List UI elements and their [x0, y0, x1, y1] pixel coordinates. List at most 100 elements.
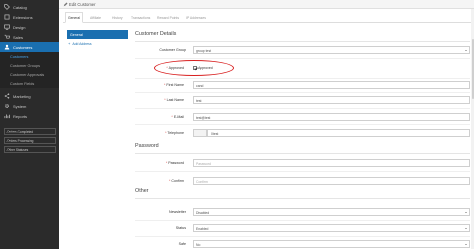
password-heading: Password: [135, 143, 159, 149]
address-nav-general[interactable]: General: [67, 30, 128, 39]
lastname-input[interactable]: test: [193, 96, 470, 104]
sidebar-item-label: System: [13, 103, 27, 109]
tab-ip-addresses[interactable]: IP Addresses: [184, 12, 208, 23]
sidebar-item-label: Customers: [13, 44, 33, 50]
stat-other-statuses: Other Statuses: [4, 146, 56, 153]
lastname-value: test: [196, 98, 202, 103]
monitor-icon: [3, 23, 11, 31]
lastname-label-text: Last Name: [166, 98, 184, 102]
status-select[interactable]: Enabled: [193, 224, 470, 232]
customer-details-heading: Customer Details: [135, 31, 177, 37]
stat-progress-bar: [6, 149, 10, 151]
sidebar-item-marketing[interactable]: Marketing: [0, 91, 59, 101]
section-divider: [135, 41, 470, 42]
safe-value: No: [196, 242, 201, 247]
sidebar-item-sales[interactable]: Sales: [0, 32, 59, 42]
sidebar-subitem-label: Customer Approvals: [10, 72, 45, 77]
status-label-text: Status: [175, 226, 186, 230]
sidebar-item-reports[interactable]: Reports: [0, 111, 59, 121]
other-heading: Other: [135, 188, 149, 194]
customer-group-value: group test: [196, 48, 212, 53]
tag-icon: [3, 3, 11, 11]
sidebar-item-label: Sales: [13, 34, 24, 40]
sidebar-subitem-label: Customers: [10, 54, 29, 59]
newsletter-label: Newsletter: [138, 210, 186, 214]
newsletter-select[interactable]: Disabled: [193, 208, 470, 216]
pencil-icon: [62, 1, 68, 7]
share-icon: [3, 92, 11, 100]
row-divider: [135, 78, 470, 79]
sidebar-subitem-customer-approvals[interactable]: Customer Approvals: [0, 70, 59, 79]
email-label: * E-Mail: [136, 115, 184, 119]
email-value: test@test: [196, 115, 211, 120]
sidebar-item-customers[interactable]: Customers: [0, 42, 59, 52]
row-divider: [135, 124, 470, 125]
tab-affiliate[interactable]: Affiliate: [88, 12, 103, 23]
sidebar-subitem-customer-groups[interactable]: Customer Groups: [0, 61, 59, 70]
page-title: Edit Customer: [69, 1, 96, 7]
telephone-label: * Telephone: [136, 131, 184, 135]
status-value: Enabled: [196, 226, 209, 231]
stat-label: Other Statuses: [7, 147, 29, 152]
add-address-label: Add Address: [72, 41, 92, 46]
safe-label-text: Safe: [178, 242, 186, 246]
page-header: Edit Customer: [59, 0, 474, 9]
password-input[interactable]: Password: [193, 159, 470, 167]
firstname-value: cand: [196, 83, 204, 88]
user-icon: [3, 43, 11, 51]
password-label: * Password: [136, 161, 184, 165]
newsletter-label-text: Newsletter: [169, 210, 186, 214]
tab-general[interactable]: General: [65, 12, 84, 23]
telephone-label-text: Telephone: [167, 131, 184, 135]
customer-group-label: Customer Group: [138, 48, 186, 52]
safe-label: Safe: [138, 242, 186, 246]
stat-progress-bar: [6, 140, 11, 142]
confirm-placeholder: Confirm: [196, 179, 208, 184]
sidebar-item-system[interactable]: System: [0, 101, 59, 111]
sidebar-item-catalog[interactable]: Catalog: [0, 2, 59, 12]
sidebar-item-extensions[interactable]: Extensions: [0, 12, 59, 22]
cart-icon: [3, 33, 11, 41]
row-divider: [135, 236, 470, 237]
stat-orders-completed: Orders Completed: [4, 128, 56, 135]
confirm-label-text: Confirm: [171, 179, 184, 183]
customer-group-select[interactable]: group test: [193, 46, 470, 54]
status-label: Status: [138, 226, 186, 230]
safe-select[interactable]: No: [193, 240, 470, 248]
row-divider: [135, 220, 470, 221]
tab-history[interactable]: History: [110, 12, 125, 23]
tab-reward-points[interactable]: Reward Points: [155, 12, 181, 23]
telephone-input[interactable]: 0test: [207, 129, 470, 137]
sidebar-subitem-custom-fields[interactable]: Custom Fields: [0, 79, 59, 88]
newsletter-value: Disabled: [196, 210, 210, 215]
sidebar-subitem-label: Customer Groups: [10, 63, 40, 68]
plus-icon: +: [68, 41, 71, 46]
section-divider: [135, 198, 470, 199]
sidebar-subitem-customers[interactable]: Customers: [0, 52, 59, 61]
tab-transactions[interactable]: Transactions: [129, 12, 152, 23]
confirm-input[interactable]: Confirm: [193, 177, 470, 185]
confirm-label: * Confirm: [136, 179, 184, 183]
row-divider: [135, 108, 470, 109]
scrollbar-thumb[interactable]: [471, 39, 474, 99]
row-divider: [135, 171, 470, 172]
row-divider: [135, 92, 470, 93]
chart-icon: [3, 112, 11, 120]
telephone-prefix: [193, 129, 207, 137]
firstname-input[interactable]: cand: [193, 81, 470, 89]
email-input[interactable]: test@test: [193, 113, 470, 121]
sidebar-item-label: Catalog: [13, 4, 27, 10]
sidebar-item-label: Design: [13, 24, 26, 30]
highlight-ellipse: [154, 60, 234, 76]
add-address-button[interactable]: + Add Address: [67, 39, 128, 48]
sidebar-item-design[interactable]: Design: [0, 22, 59, 32]
password-placeholder: Password: [196, 161, 211, 166]
stat-progress-bar: [6, 131, 19, 133]
row-divider: [135, 58, 470, 59]
stat-orders-processing: Orders Processing: [4, 137, 56, 144]
address-nav-general-label: General: [70, 32, 83, 37]
lastname-label: * Last Name: [136, 98, 184, 102]
section-divider: [135, 153, 470, 154]
sidebar-item-label: Extensions: [13, 14, 33, 20]
gear-icon: [3, 102, 11, 110]
